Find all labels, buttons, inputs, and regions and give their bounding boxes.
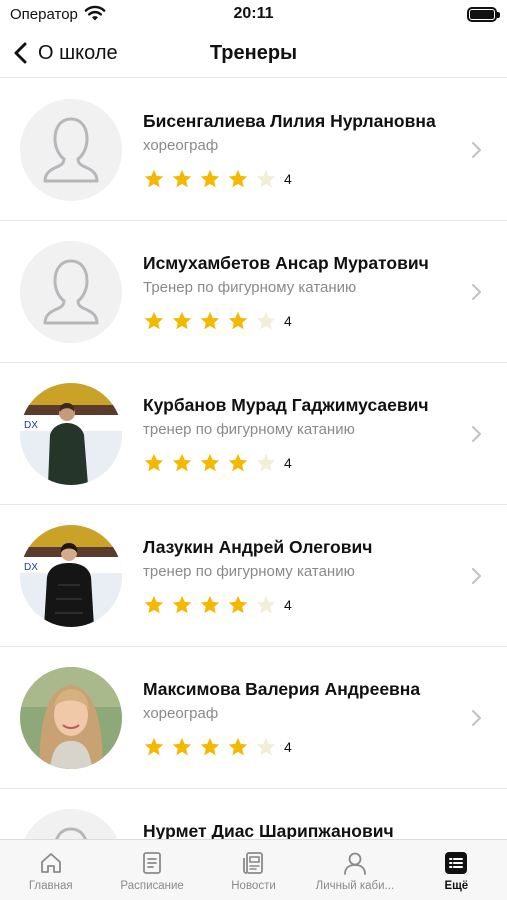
home-icon <box>40 853 61 873</box>
star-filled-icon <box>172 311 192 330</box>
navigation-bar: О школе Тренеры <box>0 30 507 78</box>
star-empty-icon <box>256 595 276 614</box>
tab-bar: Главная Расписание Новости Личный каби... Ещ… <box>0 839 507 900</box>
rating: 4 <box>143 310 292 332</box>
tab-home[interactable]: Главная <box>0 840 101 900</box>
star-filled-icon <box>172 453 192 472</box>
trainer-role: хореограф <box>143 137 219 154</box>
tab-label: Личный каби... <box>315 880 395 892</box>
battery-icon <box>467 7 500 22</box>
chevron-left-icon <box>14 42 27 64</box>
star-filled-icon <box>172 169 192 188</box>
star-filled-icon <box>228 169 248 188</box>
trainer-role: тренер по фигурному катанию <box>143 563 355 580</box>
chevron-right-icon <box>471 567 482 585</box>
tab-label: Расписание <box>120 880 184 892</box>
trainer-name: Бисенгалиева Лилия Нурлановна <box>143 111 436 131</box>
trainer-list[interactable]: Бисенгалиева Лилия Нурлановна хореограф 4 И… <box>0 79 507 839</box>
rating-value: 4 <box>284 171 292 187</box>
rating-value: 4 <box>284 313 292 329</box>
trainer-photo <box>20 667 122 769</box>
trainer-row[interactable]: DX Лазукин Андрей Олегович тренер по фигур… <box>0 505 507 647</box>
rating: 4 <box>143 594 292 616</box>
back-button[interactable]: О школе <box>12 38 118 68</box>
profile-icon <box>344 852 366 875</box>
svg-text:DX: DX <box>24 420 38 431</box>
star-filled-icon <box>200 453 220 472</box>
trainer-row[interactable]: DX Курбанов Мурад Гаджимусаевич тренер по … <box>0 363 507 505</box>
tab-profile[interactable]: Личный каби... <box>304 840 405 900</box>
star-filled-icon <box>228 311 248 330</box>
status-bar: Оператор 20:11 <box>0 0 507 30</box>
star-empty-icon <box>256 453 276 472</box>
star-filled-icon <box>228 453 248 472</box>
avatar-placeholder-icon <box>20 241 122 343</box>
star-filled-icon <box>172 737 192 756</box>
trainer-photo: DX <box>20 383 122 485</box>
trainer-row[interactable]: Исмухамбетов Ансар Муратович Тренер по фи… <box>0 221 507 363</box>
tab-label: Ещё <box>444 880 469 892</box>
trainer-name: Максимова Валерия Андреевна <box>143 679 421 699</box>
star-filled-icon <box>144 737 164 756</box>
star-filled-icon <box>200 311 220 330</box>
star-filled-icon <box>200 737 220 756</box>
back-label: О школе <box>38 41 118 64</box>
trainer-photo: DX <box>20 525 122 627</box>
rating-value: 4 <box>284 455 292 471</box>
tab-label: Главная <box>28 880 73 892</box>
rating: 4 <box>143 168 292 190</box>
avatar-placeholder-icon <box>20 99 122 201</box>
star-empty-icon <box>256 737 276 756</box>
tab-news[interactable]: Новости <box>203 840 304 900</box>
star-filled-icon <box>200 595 220 614</box>
more-icon <box>445 852 468 874</box>
trainer-row[interactable]: Бисенгалиева Лилия Нурлановна хореограф 4 <box>0 79 507 221</box>
trainer-row[interactable]: Максимова Валерия Андреевна хореограф 4 <box>0 647 507 789</box>
tab-more[interactable]: Ещё <box>406 840 507 900</box>
chevron-right-icon <box>471 141 482 159</box>
star-filled-icon <box>200 169 220 188</box>
chevron-right-icon <box>471 425 482 443</box>
svg-text:DX: DX <box>24 562 38 573</box>
trainer-name: Курбанов Мурад Гаджимусаевич <box>143 395 429 415</box>
trainer-role: тренер по фигурному катанию <box>143 421 355 438</box>
rating-value: 4 <box>284 597 292 613</box>
star-empty-icon <box>256 169 276 188</box>
star-filled-icon <box>144 311 164 330</box>
clock: 20:11 <box>233 5 274 22</box>
chevron-right-icon <box>471 283 482 301</box>
rating-value: 4 <box>284 739 292 755</box>
tab-label: Новости <box>231 880 276 892</box>
schedule-icon <box>143 852 162 874</box>
tab-schedule[interactable]: Расписание <box>101 840 202 900</box>
trainer-row[interactable]: Нурмет Диас Шарипжанович4 <box>0 789 507 839</box>
star-filled-icon <box>144 169 164 188</box>
avatar-placeholder-icon <box>20 809 122 839</box>
star-filled-icon <box>228 595 248 614</box>
chevron-right-icon <box>471 709 482 727</box>
trainer-name: Лазукин Андрей Олегович <box>143 537 373 557</box>
trainer-role: хореограф <box>143 705 219 722</box>
star-filled-icon <box>144 453 164 472</box>
rating: 4 <box>143 736 292 758</box>
star-filled-icon <box>172 595 192 614</box>
star-filled-icon <box>144 595 164 614</box>
trainer-name: Нурмет Диас Шарипжанович <box>143 821 394 839</box>
news-icon <box>242 852 263 874</box>
star-empty-icon <box>256 311 276 330</box>
rating: 4 <box>143 452 292 474</box>
trainer-name: Исмухамбетов Ансар Муратович <box>143 253 429 273</box>
trainer-role: Тренер по фигурному катанию <box>143 279 357 296</box>
star-filled-icon <box>228 737 248 756</box>
